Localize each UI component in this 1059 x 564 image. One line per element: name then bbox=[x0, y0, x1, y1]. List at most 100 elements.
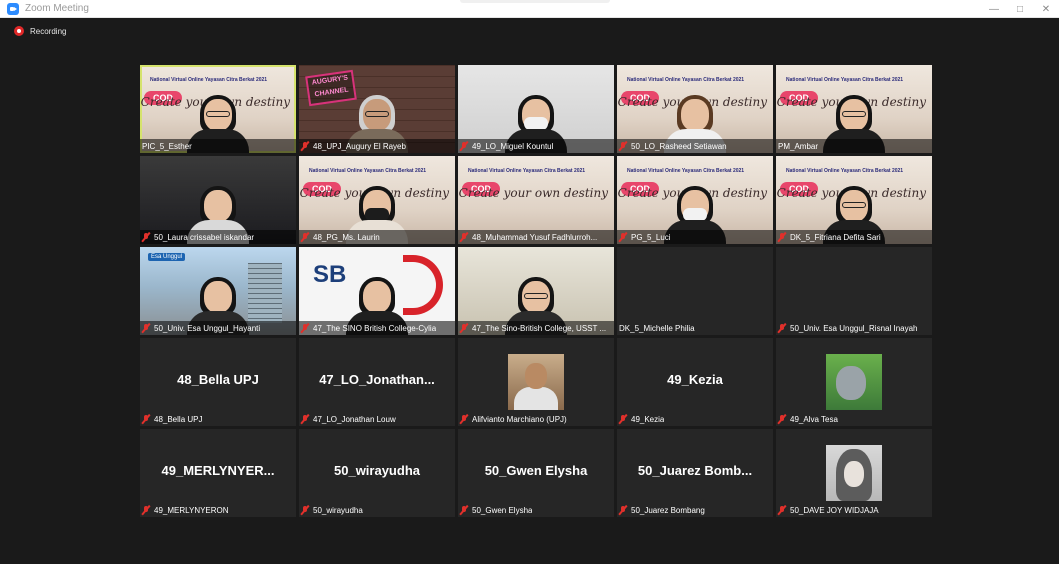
mic-muted-icon bbox=[619, 232, 627, 242]
participant-name: 48_PG_Ms. Laurin bbox=[313, 232, 380, 242]
participant-name: 49_Kezia bbox=[631, 414, 665, 424]
mic-muted-icon bbox=[301, 323, 309, 333]
participant-caption: 49_MERLYNYERON bbox=[140, 503, 296, 517]
participant-name: 50_wirayudha bbox=[313, 505, 363, 515]
video-tile[interactable]: National Virtual Online Yayasan Citra Be… bbox=[458, 156, 614, 244]
mic-muted-icon bbox=[460, 505, 468, 515]
video-tile[interactable]: DK_5_Michelle Philia bbox=[617, 247, 773, 335]
video-tile[interactable]: Esa Unggul 50_Univ. Esa Unggul_Hayanti bbox=[140, 247, 296, 335]
event-banner-title: National Virtual Online Yayasan Citra Be… bbox=[468, 168, 586, 174]
video-tile[interactable]: 50_DAVE JOY WIDJAJA bbox=[776, 429, 932, 517]
participant-avatar bbox=[508, 354, 564, 410]
participant-display-name: 50_Gwen Elysha bbox=[484, 463, 588, 478]
mic-muted-icon bbox=[301, 414, 309, 424]
participant-caption: PG_5_Luci bbox=[617, 230, 773, 244]
mic-muted-icon bbox=[778, 232, 786, 242]
participant-caption: 50_wirayudha bbox=[299, 503, 455, 517]
event-banner-title: National Virtual Online Yayasan Citra Be… bbox=[150, 77, 268, 83]
participant-name: 50_Juarez Bombang bbox=[631, 505, 705, 515]
participant-caption: 49_LO_Miguel Kountul bbox=[458, 139, 614, 153]
participant-caption: 48_Muhammad Yusuf Fadhlurroh... bbox=[458, 230, 614, 244]
participant-name: 50_Laura crissabel iskandar bbox=[154, 232, 255, 242]
window-controls: — □ ✕ bbox=[981, 0, 1059, 18]
video-tile[interactable]: 50_Univ. Esa Unggul_Risnal Inayah bbox=[776, 247, 932, 335]
participant-name: 50_Gwen Elysha bbox=[472, 505, 533, 515]
video-tile[interactable]: AUGURY'S CHANNEL 48_UPJ_Augury El Rayeb bbox=[299, 65, 455, 153]
video-tile[interactable]: 50_Gwen Elysha 50_Gwen Elysha bbox=[458, 429, 614, 517]
video-tile[interactable]: National Virtual Online Yayasan Citra Be… bbox=[776, 65, 932, 153]
participant-name: 50_Univ. Esa Unggul_Risnal Inayah bbox=[790, 323, 918, 333]
video-tile[interactable]: 49_LO_Miguel Kountul bbox=[458, 65, 614, 153]
recording-label: Recording bbox=[30, 26, 67, 36]
mic-muted-icon bbox=[619, 141, 627, 151]
participant-caption: Alifvianto Marchiano (UPJ) bbox=[458, 412, 614, 426]
event-banner-title: National Virtual Online Yayasan Citra Be… bbox=[309, 168, 427, 174]
participant-name: 50_LO_Rasheed Setiawan bbox=[631, 141, 727, 151]
participant-name: DK_5_Fitriana Defita Sari bbox=[790, 232, 881, 242]
participant-caption: 49_Alva Tesa bbox=[776, 412, 932, 426]
video-tile[interactable]: Alifvianto Marchiano (UPJ) bbox=[458, 338, 614, 426]
video-tile[interactable]: National Virtual Online Yayasan Citra Be… bbox=[617, 65, 773, 153]
mic-muted-icon bbox=[619, 505, 627, 515]
school-logo: SB bbox=[313, 261, 347, 288]
participant-caption: PM_Ambar bbox=[776, 139, 932, 153]
maximize-button[interactable]: □ bbox=[1007, 0, 1033, 18]
participant-display-name: 48_Bella UPJ bbox=[177, 372, 259, 387]
event-banner-title: National Virtual Online Yayasan Citra Be… bbox=[786, 168, 904, 174]
close-button[interactable]: ✕ bbox=[1033, 0, 1059, 18]
mic-muted-icon bbox=[460, 232, 468, 242]
mic-muted-icon bbox=[301, 232, 309, 242]
video-tile[interactable]: National Virtual Online Yayasan Citra Be… bbox=[140, 65, 296, 153]
video-tile[interactable]: 47_LO_Jonathan... 47_LO_Jonathan Louw bbox=[299, 338, 455, 426]
participant-caption: 48_Bella UPJ bbox=[140, 412, 296, 426]
participant-name: 47_The Sino-British College, USST ... bbox=[472, 323, 607, 333]
mic-muted-icon bbox=[142, 505, 150, 515]
mic-muted-icon bbox=[778, 323, 786, 333]
video-tile[interactable]: 49_Alva Tesa bbox=[776, 338, 932, 426]
participant-display-name: 50_Juarez Bomb... bbox=[637, 463, 753, 478]
participant-caption: 50_LO_Rasheed Setiawan bbox=[617, 139, 773, 153]
participant-caption: 48_PG_Ms. Laurin bbox=[299, 230, 455, 244]
mic-muted-icon bbox=[460, 414, 468, 424]
university-logo: Esa Unggul bbox=[148, 253, 186, 261]
participant-name: 49_LO_Miguel Kountul bbox=[472, 141, 554, 151]
video-tile[interactable]: 47_The Sino-British College, USST ... bbox=[458, 247, 614, 335]
mic-muted-icon bbox=[301, 141, 309, 151]
mic-muted-icon bbox=[142, 232, 150, 242]
mic-muted-icon bbox=[142, 414, 150, 424]
event-banner-title: National Virtual Online Yayasan Citra Be… bbox=[627, 168, 745, 174]
participant-caption: 49_Kezia bbox=[617, 412, 773, 426]
recording-indicator[interactable]: Recording bbox=[14, 26, 66, 36]
video-tile[interactable]: National Virtual Online Yayasan Citra Be… bbox=[776, 156, 932, 244]
mic-muted-icon bbox=[460, 323, 468, 333]
participant-caption: PIC_5_Esther bbox=[140, 139, 296, 153]
window-title: Zoom Meeting bbox=[25, 3, 89, 14]
window-titlebar: Zoom Meeting — □ ✕ bbox=[0, 0, 1059, 18]
participant-avatar bbox=[826, 354, 882, 410]
video-tile[interactable]: National Virtual Online Yayasan Citra Be… bbox=[299, 156, 455, 244]
meeting-stage: Recording National Virtual Online Yayasa… bbox=[0, 18, 1059, 564]
titlebar-drag-handle[interactable] bbox=[460, 0, 610, 3]
video-tile[interactable]: 50_Juarez Bomb... 50_Juarez Bombang bbox=[617, 429, 773, 517]
minimize-button[interactable]: — bbox=[981, 0, 1007, 18]
video-tile[interactable]: 50_wirayudha 50_wirayudha bbox=[299, 429, 455, 517]
video-tile[interactable]: SB 47_The SINO British College-Cylia bbox=[299, 247, 455, 335]
participant-caption: 47_The Sino-British College, USST ... bbox=[458, 321, 614, 335]
participant-name: 48_UPJ_Augury El Rayeb bbox=[313, 141, 406, 151]
video-tile[interactable]: 50_Laura crissabel iskandar bbox=[140, 156, 296, 244]
participant-caption: 50_DAVE JOY WIDJAJA bbox=[776, 503, 932, 517]
gallery-grid: National Virtual Online Yayasan Citra Be… bbox=[140, 65, 932, 520]
participant-name: 49_Alva Tesa bbox=[790, 414, 838, 424]
video-tile[interactable]: 48_Bella UPJ 48_Bella UPJ bbox=[140, 338, 296, 426]
participant-name: 49_MERLYNYERON bbox=[154, 505, 229, 515]
video-tile[interactable]: 49_Kezia 49_Kezia bbox=[617, 338, 773, 426]
participant-display-name: 49_MERLYNYER... bbox=[161, 463, 275, 478]
video-tile[interactable]: National Virtual Online Yayasan Citra Be… bbox=[617, 156, 773, 244]
participant-caption: 50_Univ. Esa Unggul_Hayanti bbox=[140, 321, 296, 335]
participant-name: PM_Ambar bbox=[778, 141, 819, 151]
participant-caption: 50_Univ. Esa Unggul_Risnal Inayah bbox=[776, 321, 932, 335]
video-tile[interactable]: 49_MERLYNYER... 49_MERLYNYERON bbox=[140, 429, 296, 517]
participant-caption: 47_The SINO British College-Cylia bbox=[299, 321, 455, 335]
mic-muted-icon bbox=[301, 505, 309, 515]
participant-name: 48_Muhammad Yusuf Fadhlurroh... bbox=[472, 232, 598, 242]
